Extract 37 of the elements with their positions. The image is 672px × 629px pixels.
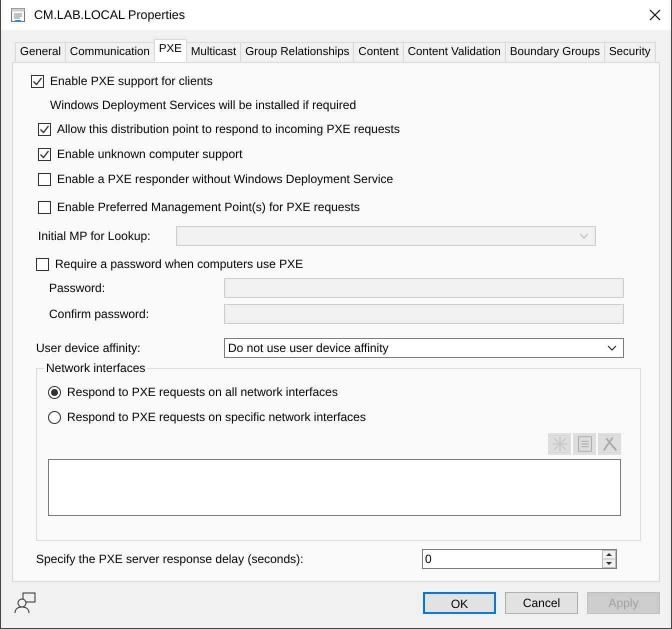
field-label: User device affinity:	[36, 340, 142, 356]
checkbox-label: Allow this distribution point to respond to incoming PXE requests	[57, 122, 400, 137]
checkbox[interactable]	[38, 123, 51, 136]
dialog-button[interactable]: Cancel	[505, 592, 578, 614]
checkbox-label: Enable Preferred Management Point(s) for PXE requests	[57, 200, 360, 215]
checkbox[interactable]	[38, 201, 51, 214]
number-field[interactable]: 0	[422, 549, 617, 569]
properties-icon	[10, 7, 26, 23]
dialog-button[interactable]: OK	[423, 592, 496, 614]
caret-icon	[579, 233, 589, 239]
radio-button[interactable]	[48, 411, 61, 424]
checkbox[interactable]	[31, 75, 44, 88]
radio-button[interactable]	[48, 386, 61, 399]
checkbox-label: Enable unknown computer support	[57, 147, 242, 162]
tab[interactable]: General	[15, 42, 66, 62]
checkbox[interactable]	[38, 173, 51, 186]
spinner-arrows-icon[interactable]	[602, 550, 616, 568]
checkbox[interactable]	[38, 148, 51, 161]
radio-label: Respond to PXE requests on specific network interfaces	[67, 410, 366, 425]
list-box[interactable]	[48, 459, 621, 516]
radio-label: Respond to PXE requests on all network interfaces	[67, 385, 338, 400]
caret-icon	[607, 345, 617, 351]
field-label: Initial MP for Lookup:	[38, 228, 152, 244]
dropdown[interactable]: Do not use user device affinity	[224, 338, 624, 358]
field-label: Specify the PXE server response delay (seconds):	[36, 552, 304, 566]
tab[interactable]: PXE	[154, 39, 187, 62]
checkbox-label: Enable a PXE responder without Windows Deployment Service	[57, 172, 394, 187]
checkbox-label: Require a password when computers use PXE	[55, 257, 304, 272]
user-icon[interactable]	[14, 592, 36, 614]
tab[interactable]: Security	[604, 42, 656, 62]
checkbox-label: Enable PXE support for clients	[50, 74, 213, 89]
checkbox[interactable]	[36, 258, 49, 271]
window-title: CM.LAB.LOCAL Properties	[34, 8, 185, 22]
field-label: Password:	[49, 280, 106, 296]
close-icon[interactable]	[649, 9, 661, 21]
note-text: Windows Deployment Services will be installed if required	[50, 98, 356, 113]
field-label: Confirm password:	[49, 306, 150, 322]
